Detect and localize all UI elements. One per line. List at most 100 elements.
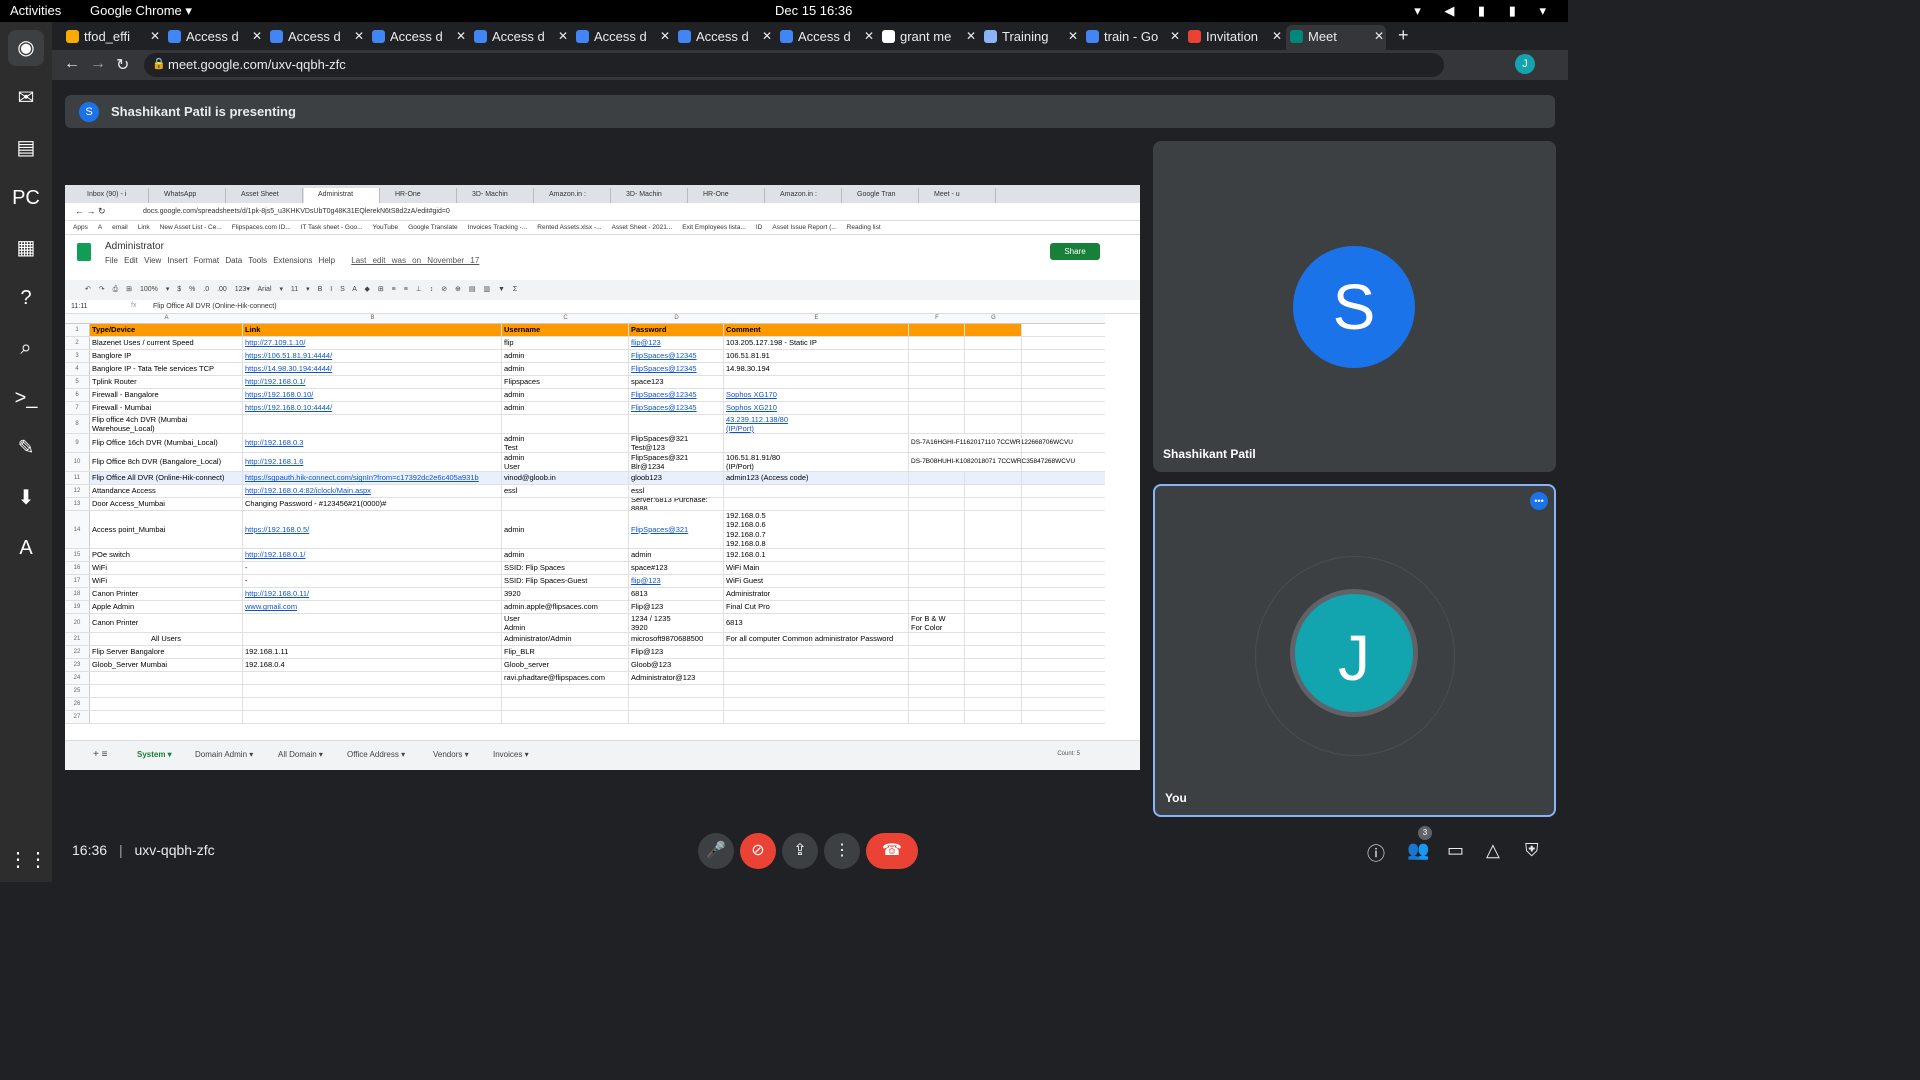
table-row: 1 Type/Device Link Username Password Comment — [65, 324, 1105, 337]
browser-tab[interactable]: Access d ✕ — [470, 25, 570, 50]
table-row: 24 ravi.phadtare@flipspaces.com Administra… — [65, 672, 1105, 685]
fx-icon: fx — [131, 302, 137, 309]
row-number: 10 — [65, 453, 90, 471]
tab-close-icon[interactable]: ✕ — [660, 29, 670, 43]
dock: ◉ ✉ ▤ PC ▦? ⌕ >_ ✎ ⬇ A ⋮⋮⋮ — [0, 22, 68, 882]
table-cell — [909, 646, 965, 658]
table-cell — [965, 453, 1022, 471]
chat-icon[interactable]: ▭ — [1447, 840, 1464, 861]
browser-tab[interactable]: Meet ✕ — [1286, 25, 1386, 50]
meeting-info: 16:36 | uxv-qqbh-zfc — [72, 842, 215, 858]
row-number: 23 — [65, 659, 90, 671]
table-cell — [909, 588, 965, 600]
search-icon[interactable]: ⌕ — [8, 330, 44, 366]
tab-close-icon[interactable]: ✕ — [150, 29, 160, 43]
files-icon[interactable]: ▤ — [8, 130, 44, 166]
apps-grid-icon[interactable]: ⋮⋮⋮ — [8, 842, 68, 878]
browser-tab[interactable]: Access d ✕ — [266, 25, 366, 50]
sheets-toolbar: ↶ ↷ ⎙ ⊞ 100% ▾ $ % .0 .00 123▾ Arial ▾ 1… — [65, 280, 1140, 300]
table-cell — [724, 698, 909, 710]
camera-off-icon[interactable]: ⊘ — [740, 833, 776, 869]
bookmark: Exit Employees lista... — [682, 224, 746, 231]
terminal-icon[interactable]: >_ — [8, 380, 44, 416]
table-cell — [502, 498, 629, 510]
table-cell: 192.168.0.4 — [243, 659, 502, 671]
address-bar[interactable]: 🔒 meet.google.com/uxv-qqbh-zfc — [144, 53, 1444, 77]
meeting-time: 16:36 — [72, 842, 108, 858]
column-header: G — [991, 315, 996, 321]
reload-icon[interactable]: ↻ — [116, 55, 129, 75]
row-number: 5 — [65, 376, 90, 388]
chrome-icon[interactable]: ◉ — [8, 30, 44, 66]
system-tray[interactable]: ▾ ◀ ▮ ▮ ▾ — [1414, 3, 1556, 19]
editor-icon[interactable]: ✎ — [8, 430, 44, 466]
table-cell: vinod@gloob.in — [502, 472, 629, 484]
browser-tab[interactable]: Invitation ✕ — [1184, 25, 1284, 50]
tab-close-icon[interactable]: ✕ — [456, 29, 466, 43]
more-options-icon[interactable]: ⋮ — [824, 833, 860, 869]
tab-close-icon[interactable]: ✕ — [1374, 29, 1384, 43]
table-cell — [243, 415, 502, 433]
activities-icon[interactable]: △ — [1486, 840, 1500, 861]
present-icon[interactable]: ⇪ — [782, 833, 818, 869]
pycharm-icon[interactable]: PC — [8, 180, 44, 216]
tab-close-icon[interactable]: ✕ — [762, 29, 772, 43]
installer-icon[interactable]: ⬇ — [8, 480, 44, 516]
participant-tile-presenter[interactable]: S Shashikant Patil — [1153, 141, 1556, 472]
inner-tab-strip: Inbox (90) - i WhatsApp Asset Sheet Adminis… — [65, 185, 1140, 203]
browser-tab[interactable]: tfod_effi ✕ — [62, 25, 162, 50]
tab-close-icon[interactable]: ✕ — [864, 29, 874, 43]
browser-tab[interactable]: Access d ✕ — [776, 25, 876, 50]
tab-close-icon[interactable]: ✕ — [1068, 29, 1078, 43]
browser-tab[interactable]: Access d ✕ — [368, 25, 468, 50]
tab-close-icon[interactable]: ✕ — [252, 29, 262, 43]
tab-label: Access d — [186, 29, 239, 44]
table-cell — [965, 659, 1022, 671]
writer-icon[interactable]: ▦ — [8, 230, 44, 266]
table-cell: http://192.168.1.6 — [243, 453, 502, 471]
forward-icon[interactable]: → — [90, 55, 106, 73]
table-cell: Flip Server Bangalore — [90, 646, 243, 658]
cell-ref: 11:11 — [71, 303, 88, 310]
browser-tab[interactable]: Access d ✕ — [674, 25, 774, 50]
new-tab-icon[interactable]: + — [1398, 25, 1409, 46]
people-icon[interactable]: 👥 — [1407, 840, 1429, 861]
table-row: 16 WiFi - SSID: Flip Spaces space#123 WiFi Ma… — [65, 562, 1105, 575]
tab-close-icon[interactable]: ✕ — [558, 29, 568, 43]
inner-tab: 3D- Machin — [458, 188, 534, 203]
app-menu[interactable]: Google Chrome ▾ — [90, 3, 192, 19]
software-icon[interactable]: A — [8, 530, 44, 566]
table-cell: flip@123 — [629, 337, 724, 349]
thunderbird-icon[interactable]: ✉ — [8, 80, 44, 116]
help-icon[interactable]: ? — [8, 280, 44, 316]
table-cell: FlipSpaces@12345 — [629, 402, 724, 414]
meeting-code: uxv-qqbh-zfc — [134, 842, 215, 858]
bookmark: Invoices Tracking -... — [467, 224, 528, 231]
browser-tab[interactable]: Training ✕ — [980, 25, 1080, 50]
browser-tab[interactable]: grant me ✕ — [878, 25, 978, 50]
leave-call-icon[interactable]: ☎ — [866, 833, 918, 869]
table-row: 11 Flip Office All DVR (Online-Hik-connec… — [65, 472, 1105, 485]
tab-close-icon[interactable]: ✕ — [354, 29, 364, 43]
activities-button[interactable]: Activities — [10, 3, 61, 18]
browser-tab[interactable]: Access d ✕ — [164, 25, 264, 50]
participant-name: Shashikant Patil — [1163, 447, 1256, 461]
browser-tab[interactable]: Access d ✕ — [572, 25, 672, 50]
table-cell — [909, 575, 965, 587]
participant-tile-self[interactable]: J You ••• — [1153, 484, 1556, 817]
back-icon[interactable]: ← — [64, 55, 80, 73]
table-cell — [965, 472, 1022, 484]
host-controls-icon[interactable]: ⛨ — [1525, 840, 1539, 861]
info-icon[interactable]: ⓘ — [1367, 840, 1385, 866]
mic-icon[interactable]: 🎤 — [698, 833, 734, 869]
tab-close-icon[interactable]: ✕ — [966, 29, 976, 43]
browser-tab[interactable]: train - Go ✕ — [1082, 25, 1182, 50]
table-cell: flip@123 — [629, 575, 724, 587]
clock[interactable]: Dec 15 16:36 — [775, 3, 852, 18]
table-cell: space#123 — [629, 562, 724, 574]
tab-close-icon[interactable]: ✕ — [1170, 29, 1180, 43]
column-header: E — [814, 315, 819, 321]
tab-close-icon[interactable]: ✕ — [1272, 29, 1282, 43]
profile-avatar[interactable]: J — [1515, 54, 1535, 74]
table-cell: Sophos XG170 — [724, 389, 909, 401]
